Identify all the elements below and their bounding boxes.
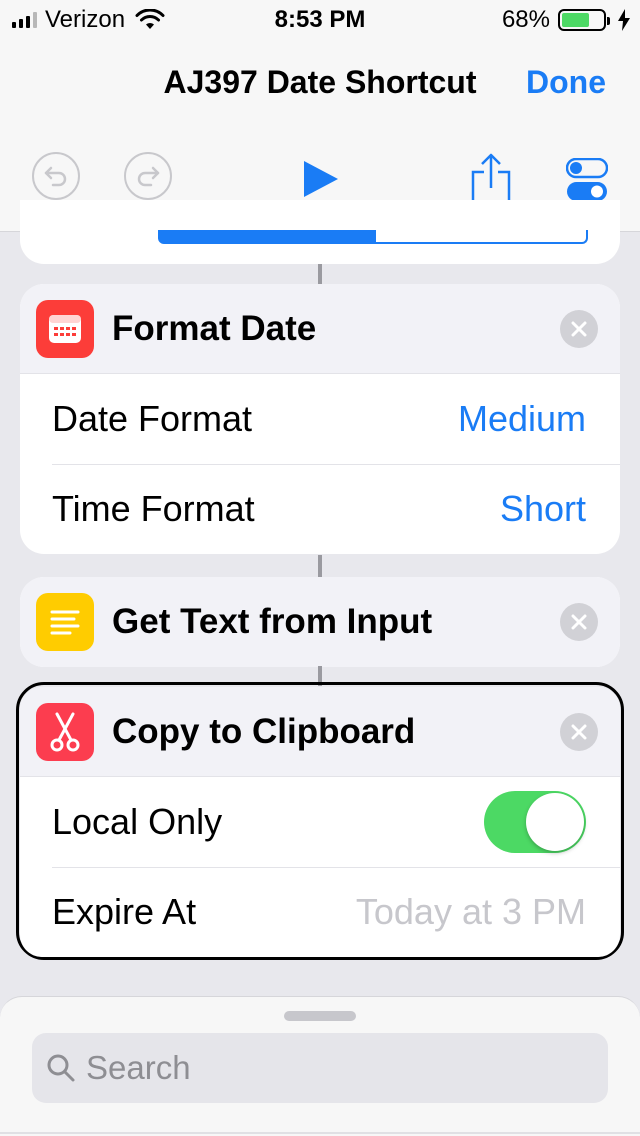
date-format-value[interactable]: Medium <box>458 398 586 440</box>
redo-button[interactable] <box>124 152 172 200</box>
expire-at-row[interactable]: Expire At Today at 3 PM <box>20 867 620 957</box>
undo-button[interactable] <box>32 152 80 200</box>
copy-clipboard-header: Copy to Clipboard <box>20 687 620 777</box>
text-lines-icon <box>36 593 94 651</box>
settings-toggle-icon <box>565 157 609 201</box>
local-only-row: Local Only <box>20 777 620 867</box>
time-format-value[interactable]: Short <box>500 488 586 530</box>
local-only-label: Local Only <box>52 801 223 842</box>
time-format-row[interactable]: Time Format Short <box>20 464 620 554</box>
get-text-header: Get Text from Input <box>20 577 620 667</box>
sheet-grabber[interactable] <box>284 1011 356 1021</box>
remove-action-button[interactable] <box>560 309 598 348</box>
previous-action-card <box>20 200 620 264</box>
search-field[interactable]: Search <box>32 1033 608 1103</box>
local-only-toggle[interactable] <box>484 791 586 853</box>
expire-at-label: Expire At <box>52 891 197 932</box>
remove-action-button[interactable] <box>560 603 598 641</box>
action-title: Copy to Clipboard <box>112 711 416 751</box>
charging-bolt-icon <box>618 9 630 31</box>
action-title: Format Date <box>112 308 317 348</box>
search-icon <box>47 1054 75 1082</box>
close-icon <box>571 321 587 336</box>
undo-icon <box>44 166 67 187</box>
status-bar: Verizon 8:53 PM 68% <box>0 0 640 40</box>
close-icon <box>571 614 587 630</box>
run-button[interactable] <box>302 160 340 203</box>
battery-icon <box>558 9 610 31</box>
format-date-header: Format Date <box>20 284 620 374</box>
action-search-sheet: Search <box>0 996 640 1136</box>
connector-line <box>318 264 322 286</box>
calendar-icon <box>36 299 94 358</box>
play-icon <box>304 161 338 197</box>
segmented-control[interactable] <box>158 230 588 244</box>
navigation-header: Verizon 8:53 PM 68% AJ397 Date Shortcut … <box>0 0 640 232</box>
redo-icon <box>137 166 160 187</box>
expire-at-value[interactable]: Today at 3 PM <box>356 891 586 933</box>
format-date-action[interactable]: Format Date Date Format Medium Time Form… <box>20 284 620 554</box>
battery-percent: 68% <box>501 6 550 33</box>
date-format-label: Date Format <box>52 398 253 439</box>
scissors-icon <box>36 702 94 761</box>
remove-action-button[interactable] <box>560 712 598 751</box>
date-format-row[interactable]: Date Format Medium <box>20 374 620 464</box>
action-title: Get Text from Input <box>112 602 433 641</box>
divider <box>0 1132 640 1134</box>
search-placeholder: Search <box>86 1049 191 1086</box>
close-icon <box>571 724 587 739</box>
connector-line <box>318 555 322 577</box>
copy-to-clipboard-action[interactable]: Copy to Clipboard Local Only Expire At T… <box>20 687 620 957</box>
time-format-label: Time Format <box>52 488 255 529</box>
get-text-action[interactable]: Get Text from Input <box>20 577 620 667</box>
done-button[interactable]: Done <box>526 64 606 101</box>
